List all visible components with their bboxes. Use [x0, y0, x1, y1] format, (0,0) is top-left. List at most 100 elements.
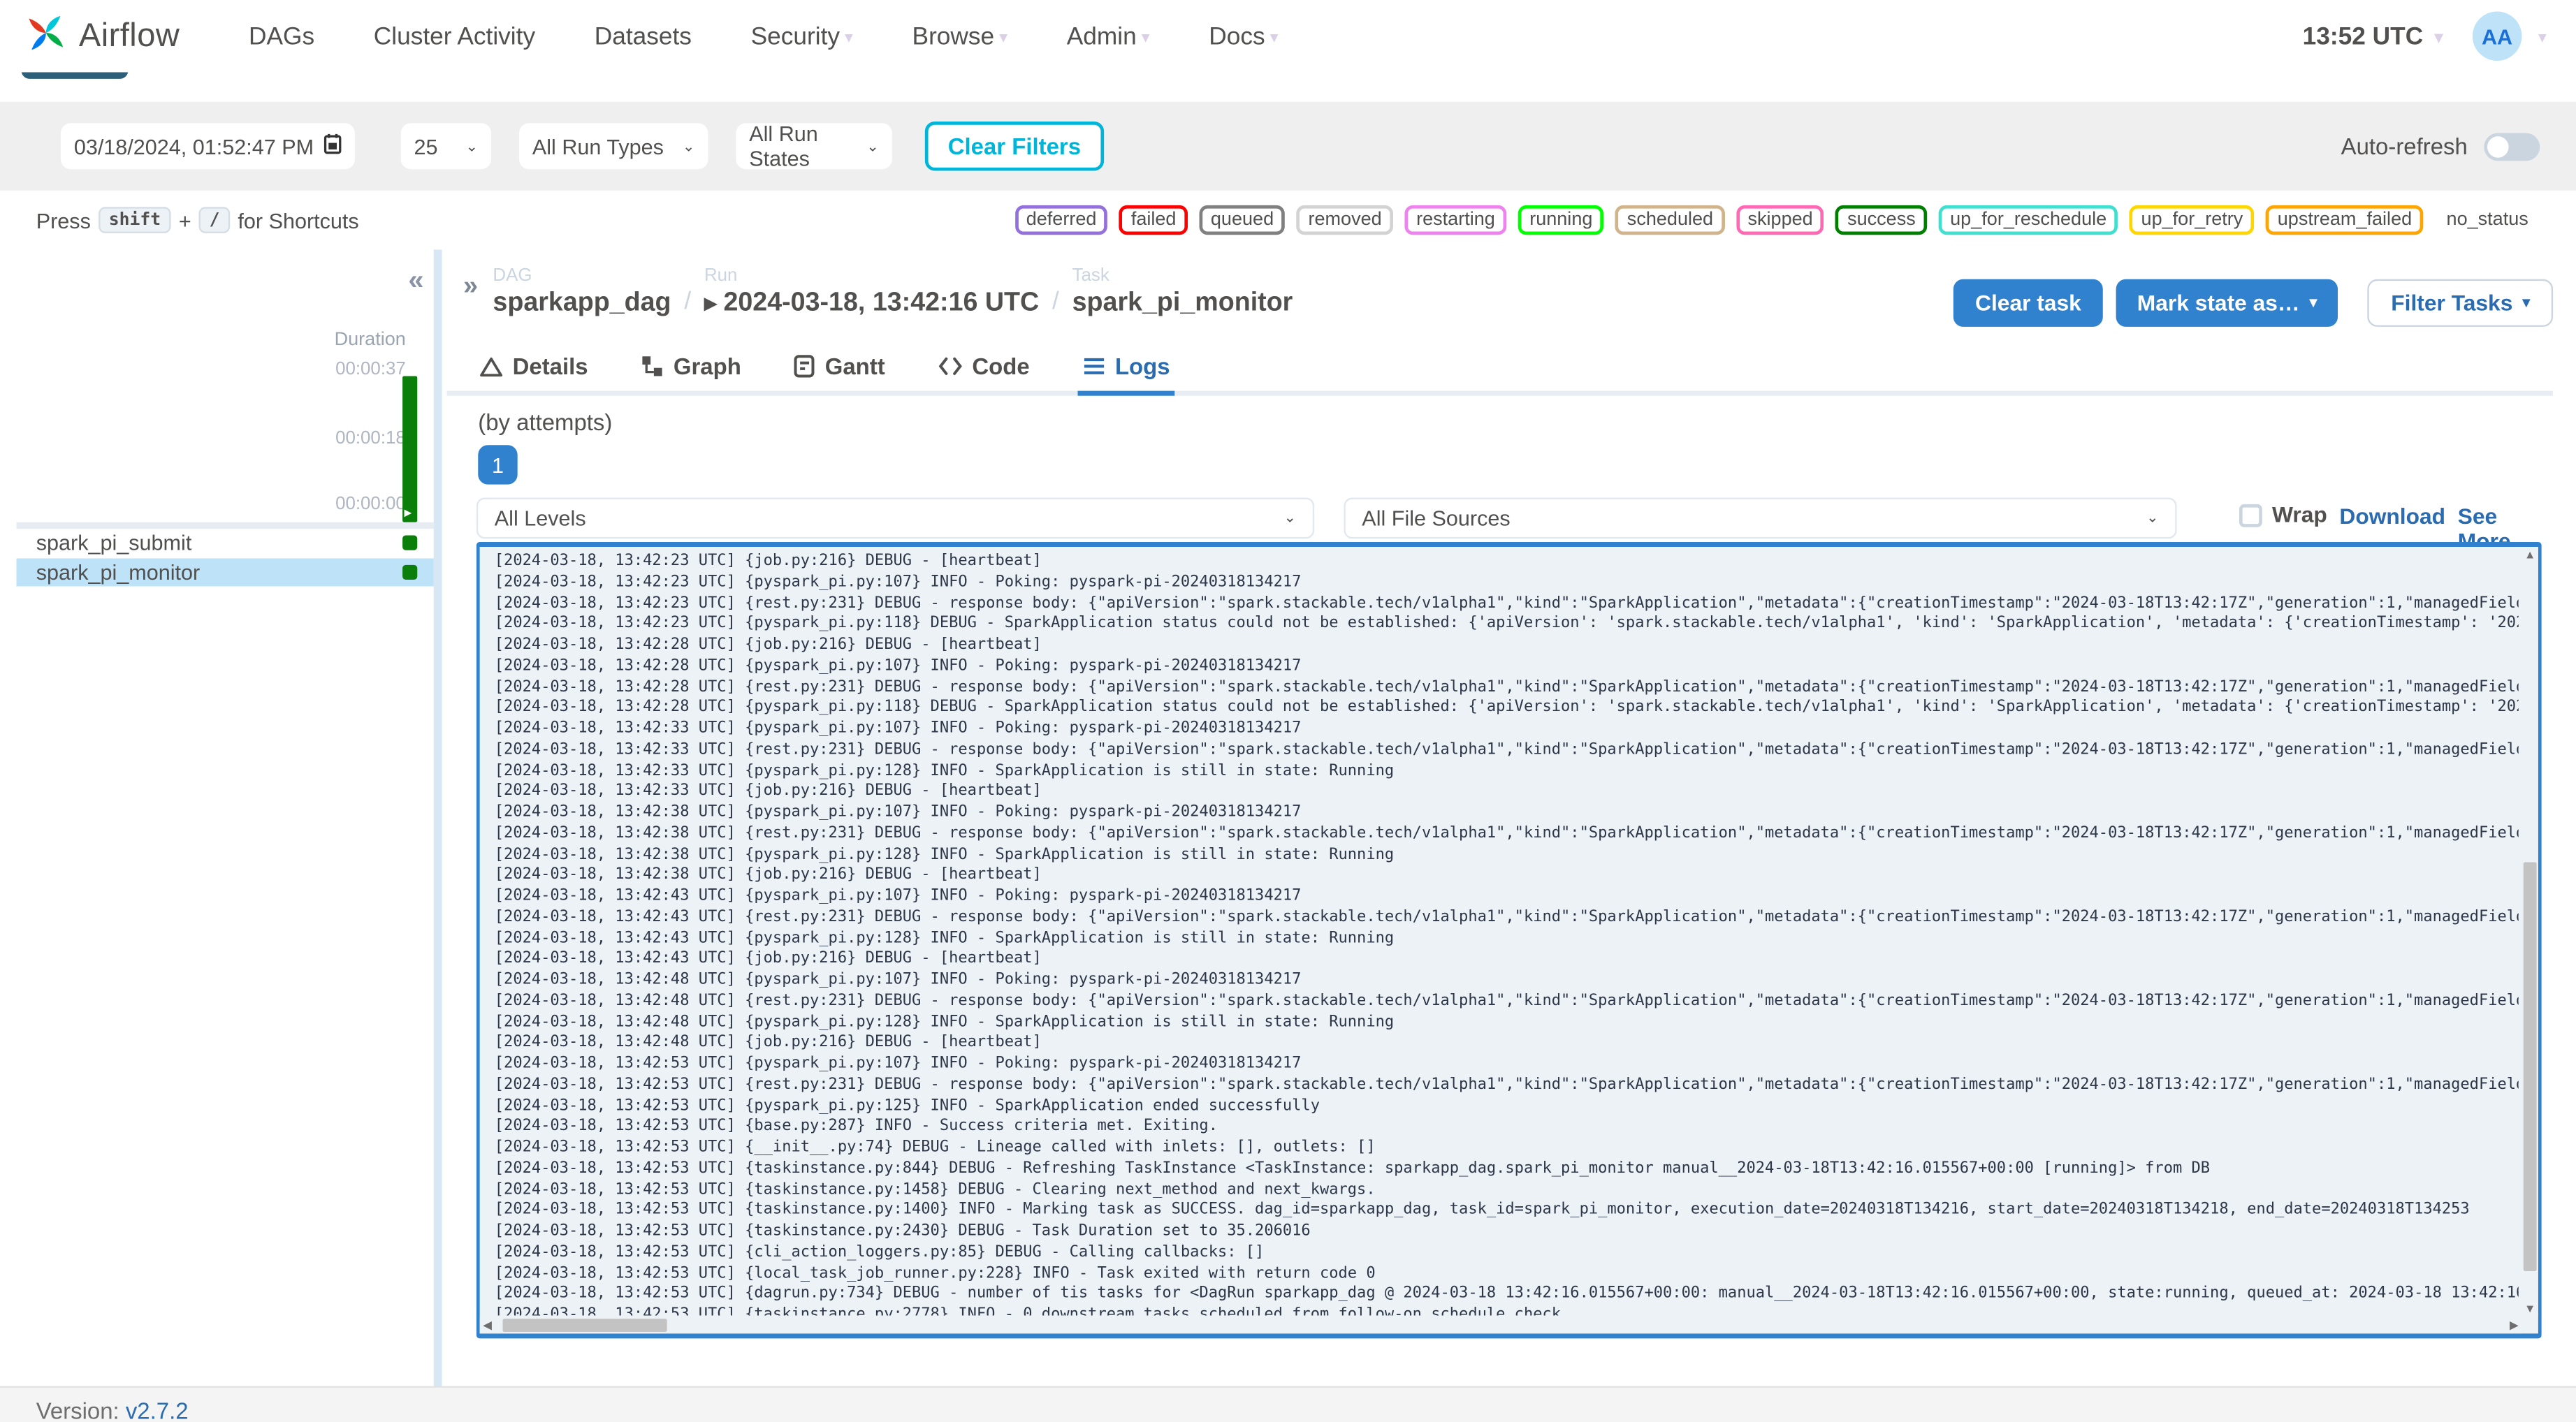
- chevron-down-icon: ▾: [1141, 29, 1150, 47]
- task-list: spark_pi_submit spark_pi_monitor: [16, 529, 434, 588]
- collapse-sidebar-button[interactable]: «: [408, 266, 423, 294]
- scroll-down-icon[interactable]: ▼: [2522, 1304, 2538, 1315]
- breadcrumb-value[interactable]: spark_pi_monitor: [1072, 289, 1293, 318]
- airflow-brand[interactable]: Airflow: [22, 8, 180, 65]
- task-state-square[interactable]: [402, 564, 418, 580]
- nav-item-datasets[interactable]: Datasets: [595, 22, 692, 50]
- tab-label: Gantt: [824, 353, 885, 380]
- log-line: [2024-03-18, 13:42:53 UTC] {pyspark_pi.p…: [494, 1054, 1302, 1073]
- vertical-scrollbar[interactable]: ▲ ▼: [2522, 547, 2538, 1317]
- log-line: [2024-03-18, 13:42:53 UTC] {local_task_j…: [494, 1263, 1376, 1282]
- wrap-checkbox[interactable]: [2239, 503, 2262, 527]
- nav-item-browse[interactable]: Browse ▾: [912, 22, 1008, 50]
- chevron-down-icon: ⌄: [1283, 508, 1297, 526]
- chevron-down-icon[interactable]: ▾: [2538, 29, 2547, 47]
- log-line: [2024-03-18, 13:42:23 UTC] {job.py:216} …: [494, 552, 1042, 570]
- task-name: spark_pi_submit: [36, 530, 192, 555]
- tab-details[interactable]: Details: [475, 343, 593, 395]
- status-legend: deferred failed queued removed restarting run…: [1014, 205, 2540, 235]
- log-line: [2024-03-18, 13:42:53 UTC] {taskinstance…: [494, 1201, 2470, 1219]
- sidebar-separator: [16, 522, 434, 529]
- calendar-icon[interactable]: [323, 133, 342, 159]
- log-output: [2024-03-18, 13:42:23 UTC] {job.py:216} …: [476, 541, 2542, 1339]
- shift-key: shift: [99, 207, 171, 233]
- expand-panel-button[interactable]: »: [463, 272, 478, 302]
- nav-item-security[interactable]: Security ▾: [751, 22, 853, 50]
- nav-item-label: Admin: [1066, 22, 1137, 50]
- shortcut-hint: Press shift + / for Shortcuts: [36, 207, 359, 233]
- duration-tick-label: 00:00:18: [335, 428, 406, 448]
- nav-item-dags[interactable]: DAGs: [249, 22, 314, 50]
- tab-code[interactable]: Code: [933, 343, 1035, 395]
- chevron-down-icon: ▾: [1269, 29, 1279, 47]
- scroll-left-icon[interactable]: ◀: [483, 1319, 492, 1332]
- auto-refresh-toggle[interactable]: [2484, 132, 2540, 161]
- chevron-down-icon: ▾: [2434, 29, 2443, 47]
- run-states-select[interactable]: All Run States ⌄: [736, 122, 892, 171]
- tab-graph[interactable]: Graph: [636, 343, 746, 395]
- filter-tasks-button[interactable]: Filter Tasks ▾: [2368, 279, 2554, 327]
- log-line: [2024-03-18, 13:42:23 UTC] {pyspark_pi.p…: [494, 573, 1302, 591]
- horizontal-scroll-thumb[interactable]: [502, 1319, 667, 1332]
- chevron-down-icon: ⌄: [2146, 508, 2159, 526]
- clock-dropdown[interactable]: 13:52 UTC ▾: [2303, 22, 2443, 50]
- log-line: [2024-03-18, 13:42:38 UTC] {pyspark_pi.p…: [494, 844, 1395, 863]
- code-icon: [938, 356, 962, 376]
- run-duration-bar[interactable]: ▶: [402, 376, 418, 522]
- page-size-value: 25: [414, 133, 438, 159]
- chevron-down-icon: ⌄: [682, 137, 695, 154]
- panel-divider[interactable]: [433, 249, 442, 1388]
- nav-item-label: Browse: [912, 22, 995, 50]
- details-triangle-icon: [480, 356, 503, 377]
- duration-tick-label: 00:00:37: [335, 359, 406, 380]
- tab-logs[interactable]: Logs: [1077, 343, 1175, 396]
- tab-gantt[interactable]: Gantt: [789, 343, 890, 395]
- clear-task-button[interactable]: Clear task: [1953, 279, 2103, 327]
- status-badge-upstream-failed: upstream_failed: [2266, 205, 2424, 235]
- avatar[interactable]: AA: [2472, 11, 2522, 61]
- log-level-select[interactable]: All Levels ⌄: [476, 497, 1315, 539]
- vertical-scroll-thumb[interactable]: [2523, 863, 2537, 1271]
- nav-item-admin[interactable]: Admin ▾: [1067, 22, 1150, 50]
- download-link[interactable]: Download: [2339, 504, 2445, 529]
- status-badge-deferred: deferred: [1014, 205, 1108, 235]
- log-line: [2024-03-18, 13:42:53 UTC] {dagrun.py:73…: [494, 1284, 2519, 1303]
- base-date-input[interactable]: 03/18/2024, 01:52:47 PM: [61, 123, 355, 170]
- mark-state-button[interactable]: Mark state as… ▾: [2116, 279, 2339, 327]
- file-source-select[interactable]: All File Sources ⌄: [1344, 497, 2177, 539]
- log-line: [2024-03-18, 13:42:53 UTC] {__init__.py:…: [494, 1138, 1376, 1157]
- log-line: [2024-03-18, 13:42:33 UTC] {pyspark_pi.p…: [494, 719, 1302, 738]
- attempt-1-button[interactable]: 1: [478, 445, 518, 485]
- log-line: [2024-03-18, 13:42:38 UTC] {job.py:216} …: [494, 865, 1042, 884]
- breadcrumb-value[interactable]: sparkapp_dag: [493, 289, 671, 318]
- run-types-select[interactable]: All Run Types ⌄: [519, 123, 708, 170]
- breadcrumb-item-run: Run ▶ 2024-03-18, 13:42:16 UTC: [704, 266, 1039, 318]
- nav-item-docs[interactable]: Docs ▾: [1209, 22, 1278, 50]
- horizontal-scrollbar[interactable]: ◀ ▶: [479, 1317, 2522, 1334]
- task-name: spark_pi_monitor: [36, 559, 201, 585]
- nav-item-cluster-activity[interactable]: Cluster Activity: [374, 22, 535, 50]
- status-badge-up-for-retry: up_for_retry: [2130, 205, 2255, 235]
- clear-filters-button[interactable]: Clear Filters: [924, 122, 1104, 171]
- log-line: [2024-03-18, 13:42:48 UTC] {pyspark_pi.p…: [494, 1012, 1395, 1031]
- page-size-select[interactable]: 25 ⌄: [400, 123, 492, 170]
- scroll-right-icon[interactable]: ▶: [2510, 1319, 2519, 1332]
- wrap-toggle[interactable]: Wrap: [2239, 503, 2327, 527]
- status-badge-failed: failed: [1119, 205, 1188, 235]
- task-row-spark-pi-submit[interactable]: spark_pi_submit: [16, 529, 434, 559]
- log-line: [2024-03-18, 13:42:23 UTC] {rest.py:231}…: [494, 594, 2519, 612]
- task-state-square[interactable]: [402, 535, 418, 550]
- version-link[interactable]: v2.7.2: [126, 1398, 189, 1422]
- slash-key: /: [199, 207, 230, 233]
- shortcut-suffix: for Shortcuts: [238, 207, 359, 233]
- log-line: [2024-03-18, 13:42:53 UTC] {rest.py:231}…: [494, 1075, 2519, 1094]
- log-line: [2024-03-18, 13:42:48 UTC] {pyspark_pi.p…: [494, 970, 1302, 989]
- logs-icon: [1082, 356, 1105, 376]
- breadcrumb-label: Task: [1072, 265, 1109, 286]
- toggle-knob: [2487, 135, 2509, 157]
- breadcrumb-value[interactable]: ▶ 2024-03-18, 13:42:16 UTC: [704, 289, 1039, 318]
- auto-refresh-label: Auto-refresh: [2341, 133, 2468, 160]
- file-source-value: All File Sources: [1362, 506, 1511, 531]
- scroll-up-icon[interactable]: ▲: [2522, 550, 2538, 562]
- task-row-spark-pi-monitor[interactable]: spark_pi_monitor: [16, 558, 434, 588]
